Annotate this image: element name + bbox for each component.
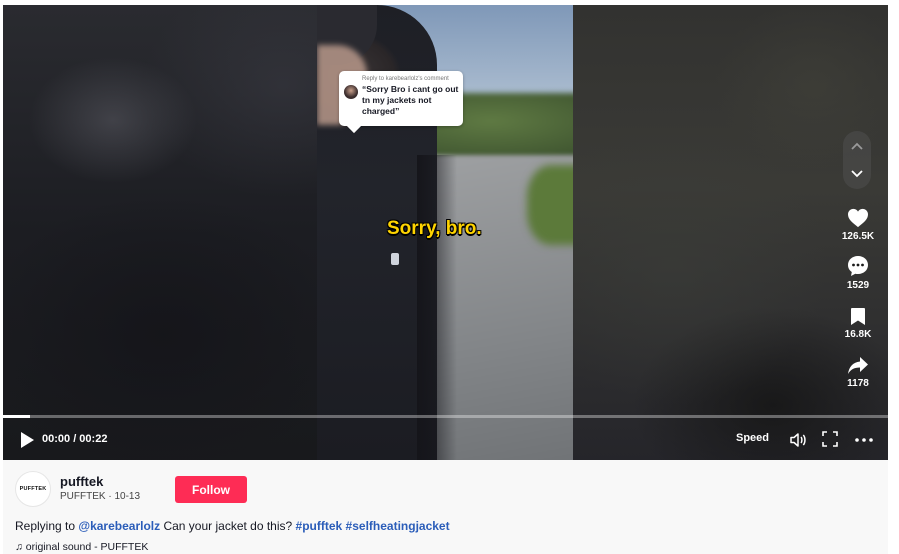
player-controls: 00:00 / 00:22 Speed [3,419,888,460]
reply-comment-text: “Sorry Bro i cant go out tn my jackets n… [362,84,459,116]
video-navigation [843,131,871,189]
sound-label: original sound - PUFFTEK [25,541,149,553]
jacket-logo [391,253,399,265]
heart-icon [848,208,868,228]
more-options-icon[interactable] [854,431,874,449]
volume-icon[interactable] [789,431,807,449]
mention-link[interactable]: @karebearlolz [78,519,160,533]
blurred-background-left [3,5,317,460]
post-date: 10-13 [114,491,141,502]
author-avatar[interactable]: PUFFTEK [15,471,51,507]
music-note-icon: ♫ [15,541,23,553]
like-count: 126.5K [841,231,875,242]
chevron-down-icon [851,170,863,178]
author-display-name: PUFFTEK [60,491,106,502]
hashtag-selfheatingjacket[interactable]: #selfheatingjacket [346,519,450,533]
comment-icon [848,256,868,276]
fullscreen-icon[interactable] [822,431,838,447]
video-info-panel: PUFFTEK pufftek PUFFTEK · 10-13 Follow R… [3,460,888,554]
progress-bar[interactable] [3,415,888,418]
sound-link[interactable]: ♫ original sound - PUFFTEK [15,541,148,553]
next-video-button[interactable] [843,160,871,188]
commenter-avatar [344,85,358,99]
share-button[interactable]: 1178 [839,356,877,389]
author-meta: PUFFTEK · 10-13 [60,491,140,502]
comment-count: 1529 [846,280,870,291]
video-description: Replying to @karebearlolz Can your jacke… [15,519,450,533]
speed-button[interactable]: Speed [736,432,769,444]
description-prefix: Replying to [15,519,79,533]
chevron-up-icon [851,142,863,150]
reply-comment-bubble: Reply to karebearlolz's comment “Sorry B… [339,71,463,126]
follow-button[interactable]: Follow [175,476,247,503]
description-text: Can your jacket do this? [160,519,296,533]
share-icon [848,357,868,374]
bookmark-count: 16.8K [844,329,872,340]
share-count: 1178 [847,378,869,389]
video-grass [527,165,573,245]
reply-header: Reply to karebearlolz's comment [362,76,449,82]
author-username[interactable]: pufftek [60,474,103,489]
avatar-logo-text: PUFFTEK [19,486,47,492]
video-frame[interactable]: Reply to karebearlolz's comment “Sorry B… [317,5,573,460]
video-player[interactable]: Reply to karebearlolz's comment “Sorry B… [3,5,888,460]
comment-button[interactable]: 1529 [839,255,877,291]
progress-bar-fill [3,415,30,418]
hashtag-pufftek[interactable]: #pufftek [296,519,343,533]
video-caption: Sorry, bro. [387,218,482,239]
time-display: 00:00 / 00:22 [42,433,108,445]
bookmark-button[interactable]: 16.8K [839,307,877,340]
like-button[interactable]: 126.5K [839,208,877,242]
play-icon[interactable] [19,431,35,449]
previous-video-button[interactable] [843,132,871,160]
bookmark-icon [851,308,865,325]
